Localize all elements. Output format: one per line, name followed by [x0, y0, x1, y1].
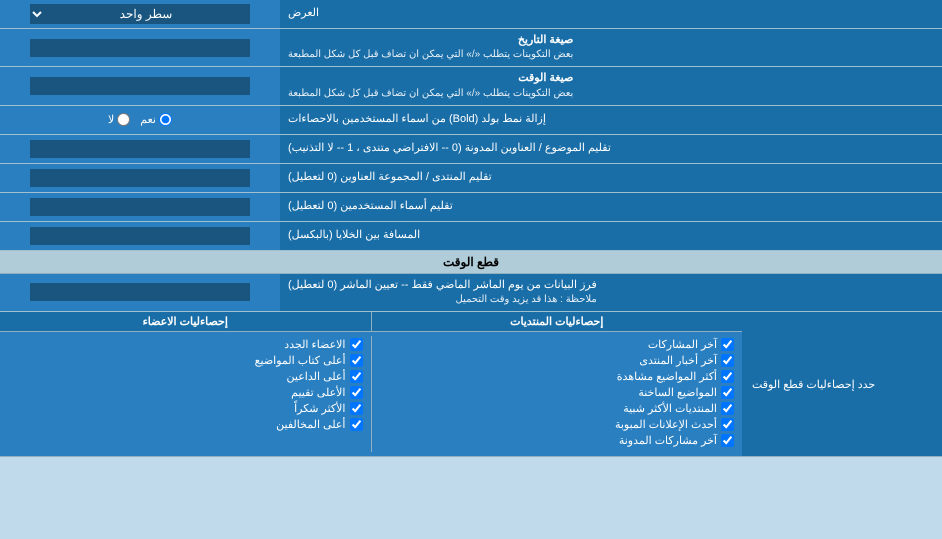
forum-group-input[interactable]: 33 [30, 169, 250, 187]
check-item[interactable]: أحدث الإعلانات المبوبة [380, 418, 735, 431]
col1-header: إحصاءليات المنتديات [371, 312, 743, 331]
check-item[interactable]: آخر مشاركات المدونة [380, 434, 735, 447]
display-select-cell[interactable]: سطر واحد [0, 0, 280, 28]
check-item[interactable]: الأكثر شكراً [8, 402, 363, 415]
date-format-input-cell[interactable]: d-m [0, 29, 280, 66]
check-top-writers[interactable] [350, 354, 363, 367]
check-new-members[interactable] [350, 338, 363, 351]
check-blog-posts[interactable] [721, 434, 734, 447]
usernames-input[interactable]: 0 [30, 198, 250, 216]
check-item[interactable]: الأعلى تقييم [8, 386, 363, 399]
bold-remove-radio-cell[interactable]: نعم لا [0, 106, 280, 134]
check-item[interactable]: أعلى الداعين [8, 370, 363, 383]
check-item[interactable]: الاعضاء الجدد [8, 338, 363, 351]
radio-yes-label[interactable]: نعم [140, 113, 172, 126]
radio-no-label[interactable]: لا [108, 113, 130, 126]
realtime-label: فرز البيانات من يوم الماشر الماضي فقط --… [280, 274, 942, 311]
check-top-inviters[interactable] [350, 370, 363, 383]
check-top-rated[interactable] [350, 386, 363, 399]
col1-checkboxes: آخر المشاركات آخر أخبار المنتدى أكثر الم… [371, 336, 743, 452]
usernames-input-cell[interactable]: 0 [0, 193, 280, 221]
radio-yes[interactable] [159, 113, 172, 126]
check-announcements[interactable] [721, 418, 734, 431]
date-format-label: صيغة التاريخ بعض التكوينات يتطلب «/» الت… [280, 29, 942, 66]
spacing-input-cell[interactable]: 2 [0, 222, 280, 250]
topics-titles-input-cell[interactable]: 33 [0, 135, 280, 163]
stats-apply-label: حدد إحصاءليات قطع الوقت [742, 312, 942, 456]
bold-remove-label: إزالة نمط بولد (Bold) من اسماء المستخدمي… [280, 106, 942, 134]
check-most-viewed[interactable] [721, 370, 734, 383]
time-format-input-cell[interactable]: H:i [0, 67, 280, 104]
col2-checkboxes: الاعضاء الجدد أعلى كتاب المواضيع أعلى ال… [0, 336, 371, 452]
check-item[interactable]: آخر أخبار المنتدى [380, 354, 735, 367]
spacing-input[interactable]: 2 [30, 227, 250, 245]
check-item[interactable]: أعلى كتاب المواضيع [8, 354, 363, 367]
forum-group-input-cell[interactable]: 33 [0, 164, 280, 192]
forum-group-label: تقليم المنتدى / المجموعة العناوين (0 لتع… [280, 164, 942, 192]
col2-header: إحصاءليات الاعضاء [0, 312, 371, 331]
time-format-label: صيغة الوقت بعض التكوينات يتطلب «/» التي … [280, 67, 942, 104]
check-top-violators[interactable] [350, 418, 363, 431]
check-item[interactable]: أكثر المواضيع مشاهدة [380, 370, 735, 383]
radio-no[interactable] [117, 113, 130, 126]
time-format-input[interactable]: H:i [30, 77, 250, 95]
check-most-thanked[interactable] [350, 402, 363, 415]
check-last-posts[interactable] [721, 338, 734, 351]
check-item[interactable]: المواضيع الساخنة [380, 386, 735, 399]
check-item[interactable]: آخر المشاركات [380, 338, 735, 351]
section-label: العرض [280, 0, 942, 28]
single-line-select[interactable]: سطر واحد [30, 4, 250, 24]
realtime-section-header: قطع الوقت [0, 251, 942, 274]
realtime-input[interactable]: 0 [30, 283, 250, 301]
topics-titles-input[interactable]: 33 [30, 140, 250, 158]
check-most-forums[interactable] [721, 402, 734, 415]
check-item[interactable]: المنتديات الأكثر شبية [380, 402, 735, 415]
check-forum-news[interactable] [721, 354, 734, 367]
check-hot-topics[interactable] [721, 386, 734, 399]
check-item[interactable]: أعلى المخالفين [8, 418, 363, 431]
realtime-input-cell[interactable]: 0 [0, 274, 280, 311]
spacing-label: المسافة بين الخلايا (بالبكسل) [280, 222, 942, 250]
usernames-label: تقليم أسماء المستخدمين (0 لتعطيل) [280, 193, 942, 221]
topics-titles-label: تقليم الموضوع / العناوين المدونة (0 -- ا… [280, 135, 942, 163]
date-format-input[interactable]: d-m [30, 39, 250, 57]
